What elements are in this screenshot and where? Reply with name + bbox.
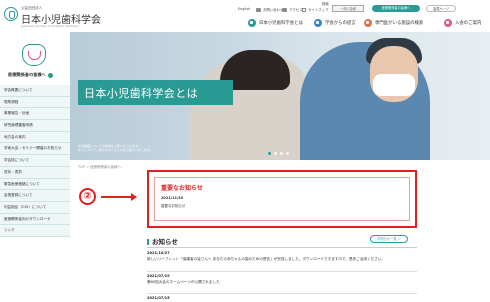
notice-link[interactable]: 重要なお知らせ xyxy=(161,204,185,209)
sidebar-item-seminars[interactable]: 学術大会・セミナー開催のお知らせ xyxy=(0,143,70,156)
english-link[interactable]: English xyxy=(238,7,250,11)
nav-specialist-search[interactable]: 専門医がいる施設の検索 xyxy=(364,17,423,29)
nav-join-label: 入会のご案内 xyxy=(455,21,482,26)
nav-about-label: 日本小児歯科学会とは xyxy=(259,21,303,26)
contact-link[interactable]: お問い合わせ xyxy=(256,7,283,12)
sidebar-item-reports[interactable]: 事業報告・計画 xyxy=(0,108,70,121)
sidebar-item-downloads[interactable]: 医療関係者向けダウンロード xyxy=(0,213,70,226)
sidebar: 医療関係者の皆様へ 学会概要について 規則規程 事業報告・計画 研究倫理審査申請… xyxy=(0,32,70,300)
sitemap-icon xyxy=(302,7,306,12)
society-logo-icon[interactable] xyxy=(4,7,18,21)
sidebar-caption-label: 医療関係者の皆様へ xyxy=(8,72,46,77)
hero-note-line: ホスピタリティ豊かな子どもたちをご紹介いたします。 xyxy=(78,148,153,153)
notice-date: 2021/11/30 xyxy=(161,196,184,200)
news-divider xyxy=(147,247,417,248)
news-heading: お知らせ xyxy=(147,236,178,246)
sidebar-item-awards[interactable]: 賞状・表彰 xyxy=(0,166,70,179)
search-label: 検索 xyxy=(322,1,329,6)
mail-icon xyxy=(256,7,261,12)
sidebar-item-coi[interactable]: 利益相反（COI）について xyxy=(0,201,70,214)
sidebar-item-emergency[interactable]: 緊急医療連絡について xyxy=(0,178,70,191)
tooth-heart-icon xyxy=(22,44,46,66)
nav-proposals-label: 学会からの提言 xyxy=(325,21,356,26)
hero-banner: 日本小児歯科学会とは 学会組織についての情報をご覧いただけます。 ホスピタリティ… xyxy=(70,32,490,160)
access-link-label: アクセス xyxy=(289,8,303,12)
carousel-dots[interactable] xyxy=(268,152,289,155)
news-list-button[interactable]: お知らせ一覧 ＞ xyxy=(370,235,408,243)
sidebar-item-rules[interactable]: 規則規程 xyxy=(0,96,70,109)
carousel-dot[interactable] xyxy=(286,152,289,155)
news-item[interactable]: 2021/07/15 xyxy=(147,296,417,302)
annotation-arrow xyxy=(101,193,137,201)
sidebar-item-journal[interactable]: 学会誌について xyxy=(0,155,70,167)
nav-specialist-label: 専門医がいる施設の検索 xyxy=(375,21,424,26)
news-date: 2021/07/15 xyxy=(147,296,170,300)
important-notice-box: 重要なお知らせ 2021/11/30 重要なお知らせ xyxy=(154,177,410,221)
sidebar-item-regional[interactable]: 地方会の案内 xyxy=(0,131,70,144)
map-pin-icon xyxy=(282,7,287,12)
chevron-circle-icon xyxy=(444,19,452,27)
sidebar-menu: 学会概要について 規則規程 事業報告・計画 研究倫理審査申請 地方会の案内 学術… xyxy=(0,85,70,237)
annotation-marker: ② xyxy=(79,188,96,205)
english-link-label: English xyxy=(238,7,251,11)
news-item[interactable]: 2021/07/19 第60回大会のホームページが公開されました xyxy=(147,274,417,294)
notice-title: 重要なお知らせ xyxy=(161,185,203,192)
sidebar-item-links[interactable]: リンク xyxy=(0,225,70,237)
news-text: 第60回大会のホームページが公開されました xyxy=(147,280,220,284)
visitor-select[interactable]: 一般の皆様 xyxy=(332,5,364,12)
sidebar-item-overview[interactable]: 学会概要について xyxy=(0,85,70,97)
contact-link-label: お問い合わせ xyxy=(263,8,284,12)
news-item[interactable]: 2021/10/27 新しいリーフレット「保護者の皆さんへ あなたの赤ちゃんの歯… xyxy=(147,251,417,272)
nav-proposals[interactable]: 学会からの提言 xyxy=(314,17,356,29)
nav-join[interactable]: 入会のご案内 xyxy=(444,17,481,29)
sidebar-item-membership[interactable]: 会員登録について xyxy=(0,190,70,202)
nav-about[interactable]: 日本小児歯科学会とは xyxy=(248,17,303,29)
news-date: 2021/10/27 xyxy=(147,251,170,255)
member-pill-button[interactable]: 医療関係者の皆様へ xyxy=(372,5,420,12)
chevron-circle-icon xyxy=(248,19,256,27)
search-label-text: 検索 xyxy=(322,2,329,6)
chevron-circle-icon xyxy=(314,19,322,27)
hero-photo-mask xyxy=(373,74,415,96)
sitemap-link[interactable]: サイトマップ xyxy=(302,7,328,12)
sidebar-caption[interactable]: 医療関係者の皆様へ xyxy=(8,72,53,78)
news-date: 2021/07/19 xyxy=(147,274,170,278)
news-text: 新しいリーフレット「保護者の皆さんへ あなたの赤ちゃんの歯のための提言」が完成し… xyxy=(147,257,385,261)
logo-english: Japanese Society of Pediatric Dentistry xyxy=(21,24,80,28)
hero-title: 日本小児歯科学会とは xyxy=(84,87,198,100)
carousel-dot[interactable] xyxy=(268,152,271,155)
site-header: 公益社団法人 日本小児歯科学会 Japanese Society of Pedi… xyxy=(0,0,490,32)
breadcrumb[interactable]: TOP ＞ 医療関係者の皆様へ xyxy=(78,164,121,169)
sidebar-item-ethics[interactable]: 研究倫理審査申請 xyxy=(0,120,70,132)
arrow-circle-icon xyxy=(47,72,53,78)
sitemap-link-label: サイトマップ xyxy=(308,8,329,12)
hero-note: 学会組織についての情報をご覧いただけます。 ホスピタリティ豊かな子どもたちをご紹… xyxy=(78,144,153,152)
carousel-dot[interactable] xyxy=(280,152,283,155)
mypage-button[interactable]: 会員ページ xyxy=(426,5,456,12)
chevron-circle-icon xyxy=(364,19,372,27)
access-link[interactable]: アクセス xyxy=(282,7,302,12)
carousel-dot[interactable] xyxy=(274,152,277,155)
